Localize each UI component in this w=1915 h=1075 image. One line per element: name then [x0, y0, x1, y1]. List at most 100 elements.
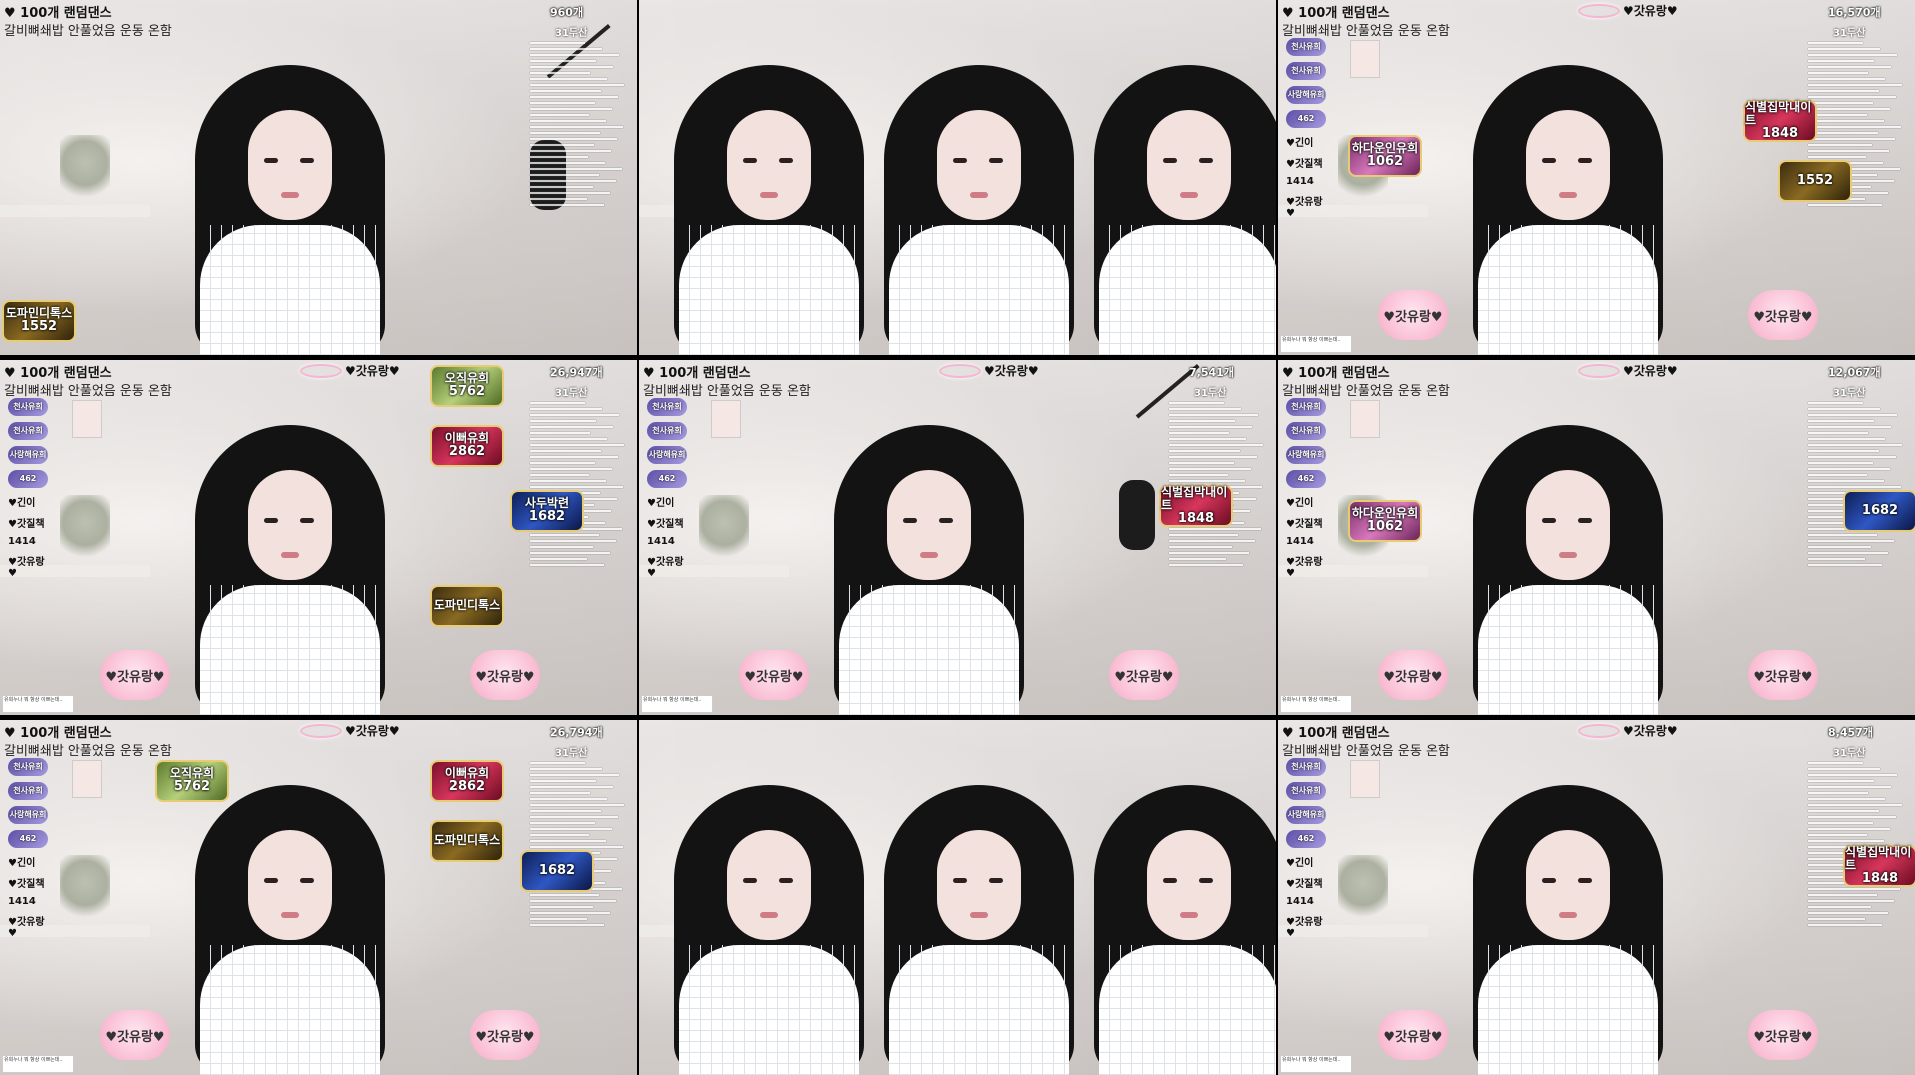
plant	[60, 495, 110, 565]
eye	[264, 878, 278, 883]
streamer-figure	[1069, 55, 1276, 355]
mouth	[1559, 552, 1577, 558]
face	[937, 110, 1021, 220]
chat-line	[1808, 552, 1888, 554]
chat-line	[530, 102, 595, 104]
chat-line	[530, 846, 623, 848]
chat-line	[530, 90, 601, 92]
eye	[1542, 878, 1556, 883]
chat-line	[530, 108, 612, 110]
chat-line	[530, 840, 606, 842]
sub-label: 31두산	[555, 28, 588, 39]
chat-line	[1808, 84, 1902, 86]
chat-line	[530, 78, 607, 80]
heart-label: ♥갓유랑♥	[345, 364, 400, 378]
stream-tile[interactable]	[639, 720, 1276, 1075]
donor-tag: ♥갓질책	[1286, 519, 1323, 530]
donor-tag: ♥갓질책	[8, 519, 45, 530]
gift-badge: 식별집막내이트 1848	[1843, 845, 1915, 887]
donor-tag: ♥갓유랑♥	[1286, 557, 1323, 579]
chat-line	[530, 774, 619, 776]
title-line-2: 갈비뼈쇄밥 안풀었음 운동 온함	[1282, 384, 1450, 399]
chat-line	[1169, 402, 1224, 404]
chat-line	[530, 96, 618, 98]
stream-tile[interactable]: ♥ 100개 랜덤댄스 갈비뼈쇄밥 안풀었음 운동 온함 ♥갓유랑♥ 26,947개 3…	[0, 360, 637, 715]
donor-tag: ♥긴이	[1286, 858, 1314, 869]
chat-line	[530, 894, 599, 896]
stream-tile[interactable]: ♥ 100개 랜덤댄스 갈비뼈쇄밥 안풀었음 운동 온함 ♥갓유랑♥ 16,570개 3…	[1278, 0, 1915, 355]
badge-number: 5762	[448, 384, 486, 400]
chat-line	[1808, 822, 1873, 824]
gift-count: 26,794개	[550, 726, 603, 739]
title-line-2: 갈비뼈쇄밥 안풀었음 운동 온함	[1282, 24, 1450, 39]
face	[1526, 830, 1610, 940]
left-donor-stack: 천사유희 천사유희 사랑해유희 462 ♥긴이 ♥갓질책 1414 ♥갓유랑♥	[1286, 398, 1326, 585]
chat-line	[1808, 420, 1874, 422]
badge-number: 2862	[448, 444, 486, 460]
stream-tile[interactable]: ♥ 100개 랜덤댄스 갈비뼈쇄밥 안풀었음 운동 온함 960개 31두산 도파민디톡…	[0, 0, 637, 355]
chat-line	[1808, 66, 1891, 68]
badge-number: 1552	[1796, 172, 1834, 188]
chat-line	[530, 408, 602, 410]
chat-line	[1808, 102, 1873, 104]
stream-tile[interactable]: ♥ 100개 랜덤댄스 갈비뼈쇄밥 안풀었음 운동 온함 ♥갓유랑♥ 12,067개 3…	[1278, 360, 1915, 715]
chat-line	[530, 480, 606, 482]
stream-tile[interactable]: ♥ 100개 랜덤댄스 갈비뼈쇄밥 안풀었음 운동 온함 ♥갓유랑♥ 26,794개 3…	[0, 720, 637, 1075]
streamer-figure	[859, 55, 1099, 355]
chat-line	[1808, 762, 1863, 764]
chat-line	[530, 486, 623, 488]
chat-line	[1808, 402, 1863, 404]
badge-text: 식별집막내이트	[1845, 844, 1912, 872]
title-line-1: ♥ 100개 랜덤댄스	[4, 726, 112, 741]
chat-line	[530, 558, 587, 560]
heart-bubble: ♥갓유랑♥	[100, 650, 170, 700]
chat-line	[1808, 486, 1901, 488]
badge-text: 식별집막내이트	[1745, 99, 1812, 127]
chat-line	[1808, 462, 1873, 464]
avatar	[711, 400, 741, 438]
gift-badge: 식별집막내이트 1848	[1743, 100, 1817, 142]
chat-line	[530, 918, 587, 920]
chat-line	[530, 780, 596, 782]
donor-tag: 1414	[647, 536, 675, 547]
chat-line	[1808, 546, 1871, 548]
mouth	[281, 552, 299, 558]
stream-tile[interactable]: ♥ 100개 랜덤댄스 갈비뼈쇄밥 안풀었음 운동 온함 ♥갓유랑♥ 7,541개 31…	[639, 360, 1276, 715]
chat-line	[1808, 78, 1885, 80]
gift-count: 960개	[550, 6, 584, 19]
face	[727, 830, 811, 940]
gift-count: 26,947개	[550, 366, 603, 379]
chat-line	[1169, 480, 1245, 482]
eye	[300, 518, 314, 523]
chat-line	[1808, 894, 1877, 896]
chat-line	[530, 180, 616, 182]
chat-line	[1808, 468, 1890, 470]
streamer-figure	[649, 55, 889, 355]
donor-pill: 사랑해유희	[8, 806, 48, 824]
stream-tile[interactable]	[639, 0, 1276, 355]
stream-tile[interactable]: ♥ 100개 랜덤댄스 갈비뼈쇄밥 안풀었음 운동 온함 ♥갓유랑♥ 8,457개 31…	[1278, 720, 1915, 1075]
chat-line	[1169, 414, 1258, 416]
chat-line	[1808, 810, 1879, 812]
title-line-2: 갈비뼈쇄밥 안풀었음 운동 온함	[643, 384, 811, 399]
chat-line	[530, 552, 610, 554]
chat-line	[1169, 456, 1257, 458]
eye	[1542, 518, 1556, 523]
chat-line	[530, 762, 585, 764]
face	[1147, 830, 1231, 940]
donor-tag: ♥긴이	[8, 858, 36, 869]
avatar	[1350, 760, 1380, 798]
chat-line	[1169, 450, 1240, 452]
badge-number: 1552	[20, 319, 58, 335]
heart-label: ♥갓유랑♥	[1623, 364, 1678, 378]
chat-line	[530, 426, 613, 428]
sub-label: 31두산	[1194, 388, 1227, 399]
mouth	[1559, 912, 1577, 918]
chat-line	[530, 150, 611, 152]
sub-label: 31두산	[1833, 388, 1866, 399]
chat-line	[530, 564, 604, 566]
chat-line	[530, 900, 616, 902]
badge-number: 1848	[1861, 871, 1899, 887]
gift-badge: 도파민디톡스	[430, 585, 504, 627]
chat-line	[530, 414, 619, 416]
